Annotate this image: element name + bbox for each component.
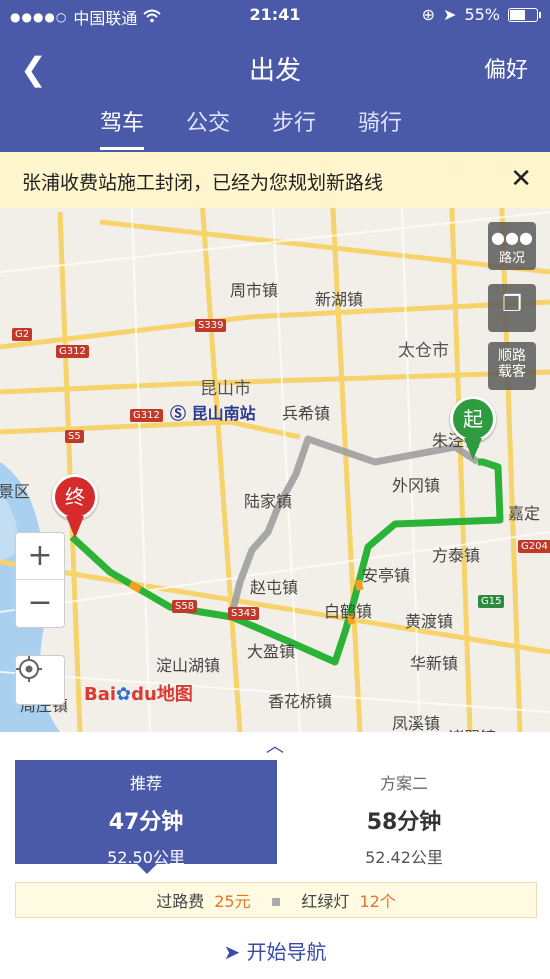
location-arrow-icon: ➤ <box>443 5 457 24</box>
map-label: 方泰镇 <box>432 546 481 565</box>
road-shield: G15 <box>478 595 505 608</box>
map-label: 赵屯镇 <box>250 578 299 597</box>
route-distance: 52.50公里 <box>107 848 185 867</box>
toll-label: 过路费 <box>156 892 205 911</box>
tab-transit[interactable]: 公交 <box>186 105 230 150</box>
route-option-alternative[interactable]: 方案二 58分钟 52.42公里 <box>273 760 535 867</box>
logo-map: 地图 <box>156 684 193 705</box>
rideshare-button[interactable]: 顺路载客 <box>488 342 536 390</box>
road-shield: S339 <box>195 319 227 332</box>
toll-value: 25元 <box>214 892 251 911</box>
map-label: 昆山南站 <box>191 404 256 423</box>
status-bar: ●●●●○ 中国联通 21:41 ⊕ ➤ 55% <box>0 0 550 30</box>
nav-bar: ❮ 出发 偏好 <box>0 40 550 96</box>
separator-dot: ▪ <box>270 890 282 910</box>
layers-button[interactable]: ❐ <box>488 284 536 332</box>
layers-icon: ❐ <box>502 292 522 317</box>
logo-bai: Bai <box>84 684 117 705</box>
page-title: 出发 <box>248 56 301 86</box>
map-label: 凤溪镇 <box>392 714 441 732</box>
map-label: 安亭镇 <box>362 566 411 585</box>
zoom-control: + − <box>15 532 65 628</box>
battery-icon <box>508 7 541 22</box>
route-panel: ︿ 推荐 47分钟 52.50公里 方案二 58分钟 52.42公里 过路费 2… <box>0 732 550 979</box>
baidu-logo: Bai✿du地图 <box>84 680 193 706</box>
map-label: 香花桥镇 <box>268 692 333 711</box>
road-shield: S58 <box>172 600 198 613</box>
lights-label: 红绿灯 <box>301 892 350 911</box>
navigation-arrow-icon: ➤ <box>223 940 241 964</box>
map-view[interactable]: 周市镇 新湖镇 太仓市 昆山市 Ⓢ 昆山南站 兵希镇 朱泾镇 外冈镇 嘉定 陆家… <box>0 152 550 732</box>
route-label: 推荐 <box>129 774 162 793</box>
map-label: 淀山湖镇 <box>156 656 221 675</box>
logo-du: du <box>131 684 157 705</box>
map-label: 新湖镇 <box>315 290 364 309</box>
road-shield: G312 <box>56 345 89 358</box>
locate-button[interactable] <box>15 655 65 705</box>
route-time: 58分钟 <box>366 810 442 835</box>
lights-value: 12个 <box>359 892 396 911</box>
road-shield: G204 <box>518 540 550 553</box>
map-label: 外冈镇 <box>392 476 441 495</box>
route-time: 47分钟 <box>108 810 184 835</box>
zoom-out-button[interactable]: − <box>16 579 64 626</box>
tab-drive[interactable]: 驾车 <box>100 105 145 150</box>
close-icon[interactable]: ✕ <box>510 164 532 194</box>
zoom-in-button[interactable]: + <box>16 533 64 579</box>
start-navigation-label: 开始导航 <box>246 940 327 964</box>
end-pin[interactable]: 终 <box>52 474 98 538</box>
map-label: 诸翟镇 <box>448 724 496 732</box>
map-label: 昆山市 <box>200 379 251 399</box>
notice-text: 张浦收费站施工封闭，已经为您规划新路线 <box>22 172 384 194</box>
header: ●●●●○ 中国联通 21:41 ⊕ ➤ 55% ❮ 出发 偏好 驾车 公交 步… <box>0 0 550 152</box>
road-shield: G312 <box>130 409 163 422</box>
road-shield: G2 <box>12 328 33 341</box>
route-option-recommended[interactable]: 推荐 47分钟 52.50公里 <box>15 760 277 874</box>
battery-fill <box>510 9 526 20</box>
train-station-icon: Ⓢ <box>170 404 187 423</box>
rideshare-label: 顺路载客 <box>498 348 526 380</box>
traffic-button[interactable]: ●●● 路况 <box>488 222 536 270</box>
map-label: 兵希镇 <box>282 404 331 423</box>
lock-rotation-icon: ⊕ <box>421 5 436 24</box>
road-shield: S5 <box>65 430 84 443</box>
map-label: 景区 <box>0 482 31 501</box>
traffic-icon: ●●● <box>491 228 533 247</box>
map-label: 太仓市 <box>398 341 449 361</box>
map-label: 大盈镇 <box>247 642 296 661</box>
tab-walk[interactable]: 步行 <box>272 105 316 150</box>
route-info-bar: 过路费 25元 ▪ 红绿灯 12个 <box>15 882 537 918</box>
start-navigation-button[interactable]: ➤ 开始导航 <box>0 936 550 965</box>
end-pin-tail <box>66 516 84 538</box>
map-label: 陆家镇 <box>244 492 293 511</box>
start-pin-label: 起 <box>450 396 496 442</box>
map-label: 黄渡镇 <box>405 612 454 631</box>
end-pin-label: 终 <box>52 474 98 520</box>
traffic-label: 路况 <box>498 251 525 266</box>
locate-icon <box>16 656 42 682</box>
route-notice: 张浦收费站施工封闭，已经为您规划新路线 ✕ <box>0 152 550 208</box>
tab-bike[interactable]: 骑行 <box>358 105 402 150</box>
preference-button[interactable]: 偏好 <box>484 52 528 84</box>
map-label: 嘉定 <box>508 504 541 523</box>
start-pin-tail <box>464 438 482 460</box>
start-pin[interactable]: 起 <box>450 396 496 460</box>
map-label: 白鹤镇 <box>324 602 373 621</box>
route-label: 方案二 <box>379 774 428 793</box>
map-label: 周市镇 <box>230 281 279 300</box>
map-label-station: Ⓢ 昆山南站 <box>170 400 256 424</box>
transport-tabs: 驾车 公交 步行 骑行 <box>100 105 402 150</box>
chevron-up-icon[interactable]: ︿ <box>0 732 550 758</box>
map-label: 华新镇 <box>410 654 459 673</box>
paw-icon: ✿ <box>116 684 132 705</box>
battery-percent: 55% <box>464 5 500 24</box>
road-shield: S343 <box>228 607 260 620</box>
route-distance: 52.42公里 <box>365 848 443 867</box>
